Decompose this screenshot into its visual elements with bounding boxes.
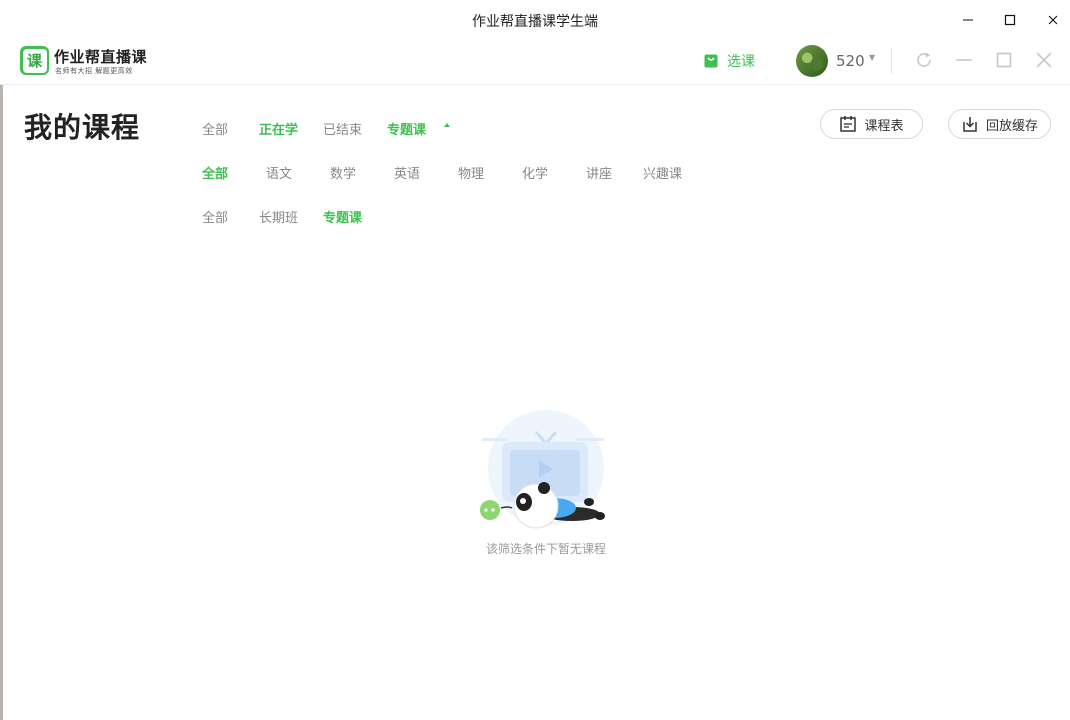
subject-tab-chemistry[interactable]: 化学 [522,163,548,182]
select-course-label: 选课 [727,54,755,70]
subject-tab-math[interactable]: 数学 [330,163,356,182]
subject-tab-physics[interactable]: 物理 [458,163,484,182]
minimize-icon [956,59,972,61]
subject-filter-row: 全部 语文 数学 英语 物理 化学 讲座 兴趣课 [196,163,696,183]
minimize-icon [963,19,973,21]
schedule-button[interactable]: 课程表 [820,109,923,139]
playback-cache-button-label: 回放缓存 [985,118,1038,134]
brand-slogan: 名师有大招 解题更高效 [55,67,133,75]
app-logo: 课 [20,46,49,75]
chevron-down-icon[interactable]: ▼ [869,53,875,62]
calendar-icon [840,116,857,132]
status-filter-row: 全部 正在学 已结束 专题课 [196,119,516,139]
window-minimize-button[interactable] [953,6,983,34]
select-course-button[interactable]: 选课 [703,50,755,72]
subject-tab-all[interactable]: 全部 [202,163,228,182]
schedule-button-label: 课程表 [864,118,904,134]
avatar[interactable] [796,45,828,77]
username[interactable]: 520 [836,52,865,70]
header-divider [891,48,892,74]
close-icon [1048,15,1058,25]
download-icon [963,117,977,132]
app-header: 课 作业帮直播课 名师有大招 解题更高效 选课 520 ▼ [0,40,1070,85]
subject-tab-english[interactable]: 英语 [394,163,420,182]
app-minimize-button[interactable] [952,48,976,72]
subject-tab-lecture[interactable]: 讲座 [586,163,612,182]
window-maximize-button[interactable] [995,6,1025,34]
page-title: 我的课程 [24,111,141,144]
subject-tab-interest[interactable]: 兴趣课 [643,163,682,182]
panda-tv-illustration [480,410,605,529]
refresh-button[interactable] [912,48,936,72]
status-tab-topic[interactable]: 专题课 [387,119,426,138]
status-tab-all[interactable]: 全部 [202,119,228,138]
window-left-edge [0,84,3,720]
status-tab-learning[interactable]: 正在学 [259,119,298,138]
type-filter-row: 全部 长期班 专题课 [196,207,416,227]
type-tab-all[interactable]: 全部 [202,207,228,226]
type-tab-topic[interactable]: 专题课 [323,207,362,226]
window-close-button[interactable] [1038,6,1068,34]
app-close-button[interactable] [1032,48,1056,72]
brand-name: 作业帮直播课 [54,48,148,66]
app-restore-button[interactable] [992,48,1016,72]
maximize-icon [1004,14,1016,26]
restore-icon [996,52,1012,68]
close-icon [1036,52,1052,68]
type-tab-long-term[interactable]: 长期班 [259,207,298,226]
window-title: 作业帮直播课学生端 [472,14,598,30]
shopping-bag-icon [704,54,718,68]
os-title-bar: 作业帮直播课学生端 [0,0,1070,40]
caret-up-icon[interactable] [444,123,450,127]
empty-state-illustration [476,408,612,532]
refresh-icon [917,52,931,67]
empty-state-text: 该筛选条件下暂无课程 [485,542,606,556]
subject-tab-chinese[interactable]: 语文 [266,163,292,182]
playback-cache-button[interactable]: 回放缓存 [948,109,1051,139]
status-tab-finished[interactable]: 已结束 [323,119,362,138]
logo-char: 课 [22,48,47,73]
